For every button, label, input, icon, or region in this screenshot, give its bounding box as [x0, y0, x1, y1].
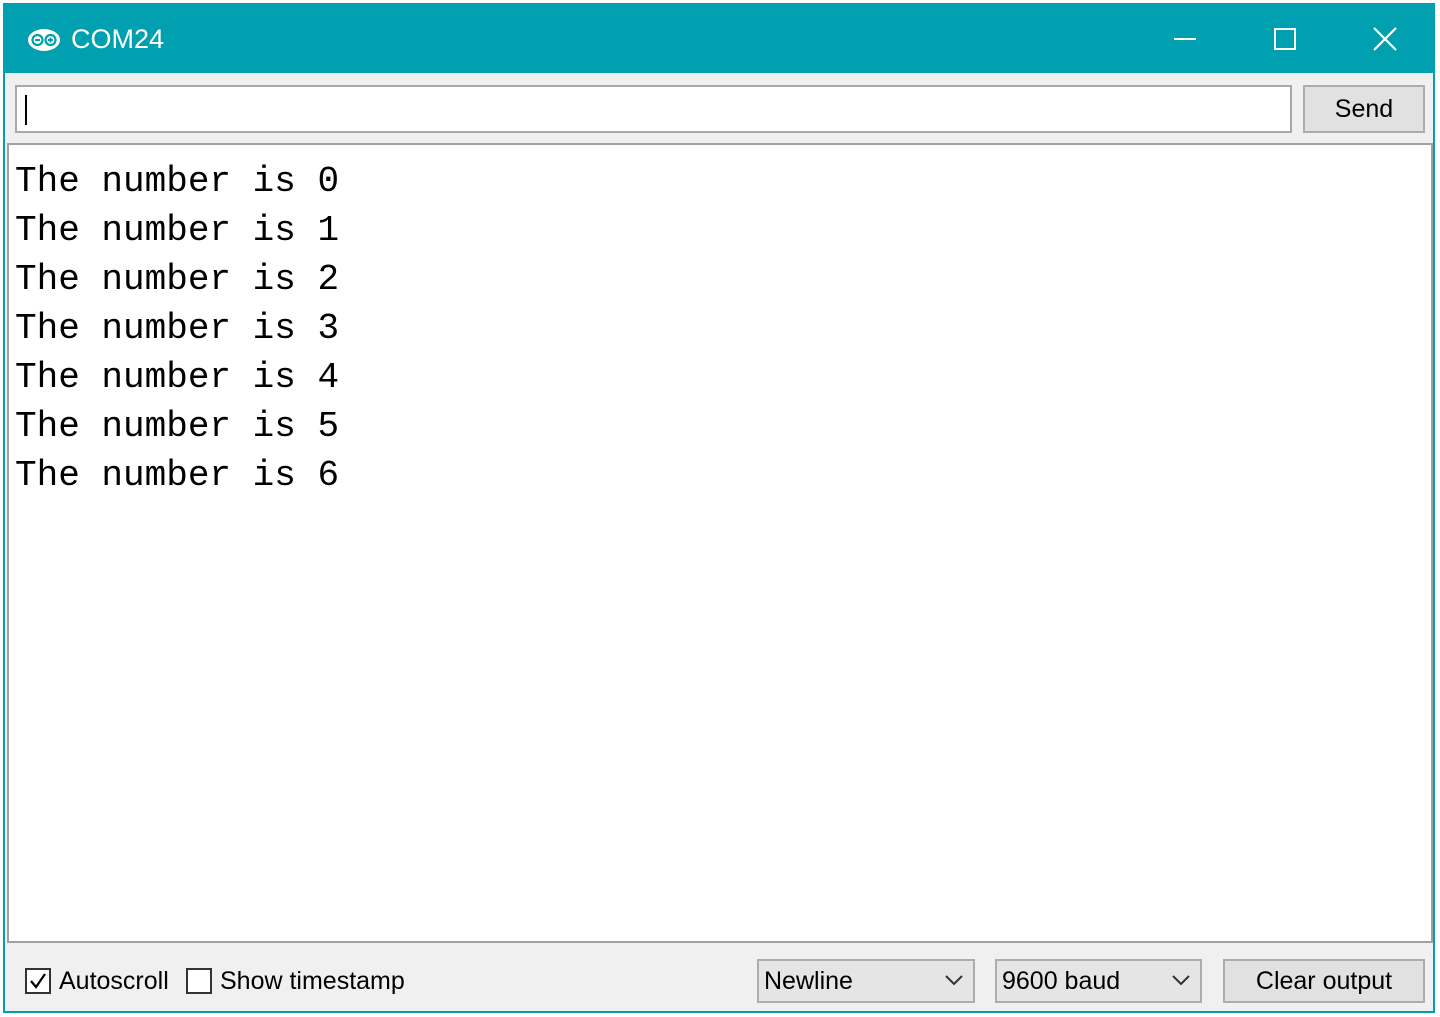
window-title: COM24 — [71, 24, 165, 54]
autoscroll-checkbox[interactable]: Autoscroll — [25, 966, 169, 996]
arduino-logo-icon — [27, 28, 61, 52]
baud-rate-select[interactable]: 9600 baud — [995, 959, 1202, 1003]
text-caret — [25, 95, 27, 125]
show-timestamp-checkbox[interactable]: Show timestamp — [186, 966, 405, 996]
line-ending-select[interactable]: Newline — [757, 959, 975, 1003]
chevron-down-icon — [1172, 975, 1190, 986]
title-bar[interactable]: COM24 — [5, 5, 1433, 73]
maximize-icon — [1274, 28, 1296, 50]
close-icon — [1373, 27, 1397, 51]
output-line: The number is 4 — [15, 357, 340, 398]
show-timestamp-label: Show timestamp — [220, 967, 405, 995]
output-line: The number is 5 — [15, 406, 340, 447]
close-button[interactable] — [1335, 5, 1435, 73]
maximize-button[interactable] — [1235, 5, 1335, 73]
serial-output-area[interactable]: The number is 0 The number is 1 The numb… — [7, 143, 1433, 943]
show-timestamp-checkbox-box[interactable] — [186, 968, 212, 994]
output-line: The number is 6 — [15, 455, 340, 496]
autoscroll-label: Autoscroll — [59, 967, 169, 995]
message-input[interactable] — [15, 85, 1292, 133]
send-button[interactable]: Send — [1303, 85, 1425, 133]
autoscroll-checkbox-box[interactable] — [25, 968, 51, 994]
line-ending-value: Newline — [764, 967, 853, 995]
checkmark-icon — [30, 973, 46, 989]
serial-monitor-window: COM24 Send The number is 0 The number is — [3, 3, 1435, 1013]
send-row: Send — [5, 73, 1433, 143]
status-bar: Autoscroll Show timestamp Newline 9600 b… — [5, 943, 1433, 1011]
minimize-icon — [1174, 38, 1196, 40]
output-line: The number is 3 — [15, 308, 340, 349]
output-line: The number is 0 — [15, 161, 340, 202]
chevron-down-icon — [945, 975, 963, 986]
output-line: The number is 2 — [15, 259, 340, 300]
clear-output-button[interactable]: Clear output — [1223, 959, 1425, 1003]
output-line: The number is 1 — [15, 210, 340, 251]
minimize-button[interactable] — [1135, 5, 1235, 73]
baud-rate-value: 9600 baud — [1002, 967, 1121, 995]
